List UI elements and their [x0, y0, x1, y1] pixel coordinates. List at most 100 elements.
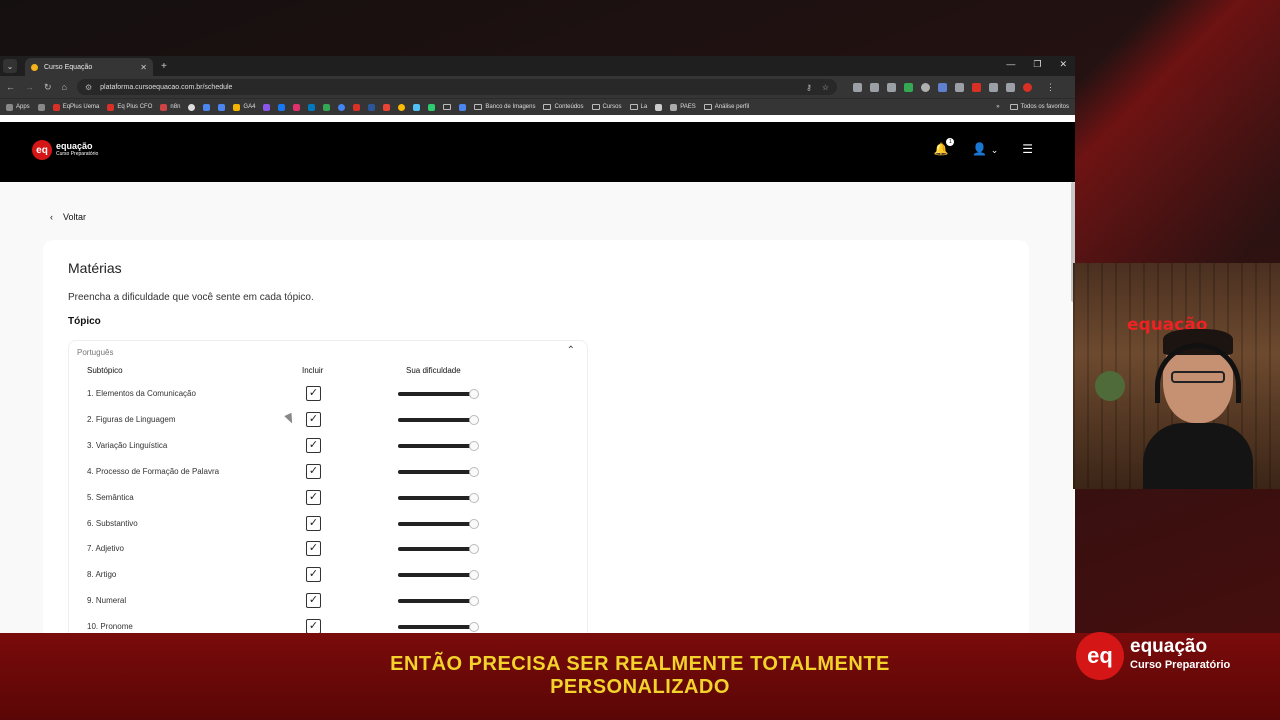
- bookmark-item[interactable]: PAES: [670, 103, 696, 111]
- extension-icon[interactable]: [869, 82, 879, 92]
- profile-avatar-icon[interactable]: [1022, 82, 1032, 92]
- hamburger-menu-icon[interactable]: ☰: [1022, 142, 1033, 156]
- new-tab-icon[interactable]: +: [161, 61, 167, 72]
- back-arrow-icon[interactable]: ←: [6, 82, 15, 92]
- bookmark-favicon-icon: [107, 103, 115, 111]
- password-key-icon[interactable]: ⚷: [806, 83, 812, 92]
- difficulty-slider[interactable]: [398, 570, 479, 581]
- bookmark-folder[interactable]: Banco de Imagens: [474, 104, 535, 110]
- extension-icon[interactable]: [988, 82, 998, 92]
- bookmark-icon[interactable]: [398, 103, 406, 111]
- slider-handle[interactable]: [469, 440, 479, 451]
- slider-handle[interactable]: [469, 570, 479, 581]
- bookmark-item[interactable]: n8n: [160, 103, 180, 111]
- bookmark-icon[interactable]: [263, 103, 271, 111]
- difficulty-slider[interactable]: [398, 414, 479, 425]
- bookmark-icon[interactable]: [218, 103, 226, 111]
- slider-handle[interactable]: [469, 414, 479, 425]
- slider-handle[interactable]: [469, 544, 479, 555]
- home-icon[interactable]: ⌂: [62, 82, 67, 92]
- address-bar[interactable]: ⚙ plataforma.cursoequacao.com.br/schedul…: [76, 79, 837, 95]
- slider-handle[interactable]: [469, 492, 479, 503]
- extension-icon[interactable]: [886, 82, 896, 92]
- site-logo[interactable]: eq equação Curso Preparatório: [32, 140, 98, 160]
- bookmark-icon[interactable]: [655, 103, 663, 111]
- extension-icon[interactable]: [852, 82, 862, 92]
- collapse-chevron-up-icon[interactable]: ⌃: [567, 345, 575, 356]
- site-info-icon[interactable]: ⚙: [85, 83, 92, 92]
- word-icon[interactable]: [368, 103, 376, 111]
- bookmark-icon[interactable]: [203, 103, 211, 111]
- minimize-icon[interactable]: —: [1006, 59, 1015, 70]
- folder-icon: [703, 104, 712, 110]
- bookmark-icon[interactable]: [353, 103, 361, 111]
- reload-icon[interactable]: ↻: [44, 82, 52, 93]
- slider-handle[interactable]: [469, 518, 479, 529]
- bookmark-item[interactable]: EqPlus Uema: [52, 103, 99, 111]
- chevron-right-icon[interactable]: »: [996, 104, 999, 110]
- bookmark-item[interactable]: Eq Plus CFO: [107, 103, 152, 111]
- bookmark-icon[interactable]: [459, 103, 467, 111]
- notifications-button[interactable]: 🔔 1: [933, 138, 955, 156]
- include-checkbox[interactable]: ✓: [306, 386, 321, 401]
- facebook-icon[interactable]: [278, 103, 286, 111]
- bookmark-apps[interactable]: Apps: [6, 103, 30, 111]
- include-checkbox[interactable]: ✓: [306, 489, 321, 505]
- difficulty-slider[interactable]: [398, 389, 479, 399]
- slider-handle[interactable]: [469, 466, 479, 477]
- difficulty-slider[interactable]: [398, 492, 479, 503]
- mic-icon[interactable]: [954, 82, 964, 92]
- extension-icon[interactable]: [903, 82, 913, 92]
- difficulty-slider[interactable]: [398, 596, 479, 607]
- tab-close-icon[interactable]: ✕: [140, 63, 147, 72]
- extension-icon[interactable]: [937, 82, 947, 92]
- back-button[interactable]: ‹ Voltar: [50, 212, 86, 222]
- bookmark-icon[interactable]: [323, 103, 331, 111]
- difficulty-slider[interactable]: [398, 622, 479, 633]
- include-checkbox[interactable]: ✓: [306, 567, 321, 583]
- puzzle-icon[interactable]: [1005, 82, 1015, 92]
- slider-handle[interactable]: [469, 622, 479, 633]
- close-window-icon[interactable]: ✕: [1059, 59, 1067, 70]
- bookmark-folder[interactable]: Cursos: [591, 104, 622, 110]
- extension-icon[interactable]: [971, 82, 981, 92]
- include-checkbox[interactable]: ✓: [306, 541, 321, 557]
- instagram-icon[interactable]: [293, 103, 301, 111]
- include-checkbox[interactable]: ✓: [306, 463, 321, 479]
- forward-arrow-icon[interactable]: →: [25, 82, 34, 92]
- include-checkbox[interactable]: ✓: [306, 619, 321, 633]
- subtopic-row: 3. Variação Linguística ✓: [69, 437, 587, 458]
- difficulty-slider[interactable]: [398, 544, 479, 555]
- bookmark-favicon-icon: [52, 103, 60, 111]
- difficulty-slider[interactable]: [398, 440, 479, 451]
- extension-icon[interactable]: [920, 82, 930, 92]
- bookmark-item[interactable]: GA4: [233, 103, 255, 111]
- difficulty-slider[interactable]: [398, 518, 479, 529]
- browser-tab[interactable]: Curso Equação ✕: [25, 58, 153, 76]
- all-bookmarks-folder[interactable]: Todos os favoritos: [1009, 104, 1069, 110]
- cloud-icon[interactable]: [413, 103, 421, 111]
- bookmark-icon[interactable]: [428, 103, 436, 111]
- bookmark-icon[interactable]: [37, 103, 45, 111]
- bookmark-star-icon[interactable]: ☆: [822, 83, 829, 92]
- restore-icon[interactable]: ❐: [1033, 59, 1041, 70]
- slider-handle[interactable]: [469, 389, 479, 399]
- slider-handle[interactable]: [469, 596, 479, 607]
- user-menu-button[interactable]: 👤 ⌄: [972, 142, 998, 156]
- kebab-menu-icon[interactable]: ⋮: [1046, 82, 1055, 93]
- difficulty-slider[interactable]: [398, 466, 479, 477]
- include-checkbox[interactable]: ✓: [306, 593, 321, 609]
- include-checkbox[interactable]: ✓: [306, 411, 321, 427]
- bookmark-icon[interactable]: [188, 103, 196, 111]
- folder-icon[interactable]: [443, 104, 452, 110]
- bookmark-folder[interactable]: La: [629, 104, 647, 110]
- google-icon[interactable]: [338, 103, 346, 111]
- include-checkbox[interactable]: ✓: [306, 515, 321, 531]
- include-checkbox[interactable]: ✓: [306, 437, 321, 453]
- bookmark-folder[interactable]: Análise perfil: [703, 104, 749, 110]
- tab-search-icon[interactable]: ⌄: [3, 59, 17, 73]
- trello-icon[interactable]: [308, 103, 316, 111]
- bookmark-folder[interactable]: Conteúdos: [543, 104, 584, 110]
- bookmark-icon[interactable]: [383, 103, 391, 111]
- browser-toolbar: ← → ↻ ⌂ ⚙ plataforma.cursoequacao.com.br…: [0, 76, 1075, 98]
